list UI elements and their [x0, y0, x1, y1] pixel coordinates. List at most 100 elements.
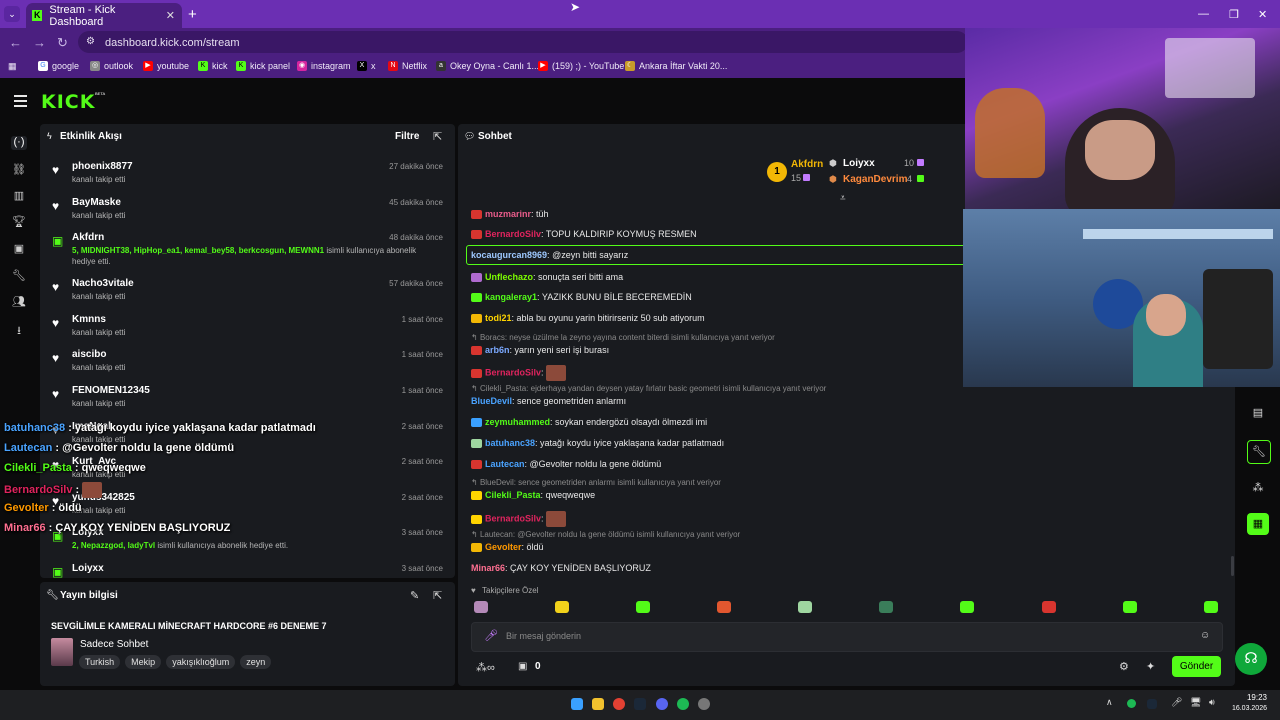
- emote-icon[interactable]: [879, 601, 893, 613]
- filter-button[interactable]: Filtre: [395, 131, 419, 142]
- support-button[interactable]: ☊: [1235, 643, 1267, 675]
- chat-username[interactable]: BernardoSilv: [485, 513, 541, 523]
- activity-username[interactable]: Akfdrn: [72, 232, 104, 243]
- bookmark-x[interactable]: Xx: [357, 61, 376, 71]
- chat-username[interactable]: BlueDevil: [471, 396, 512, 406]
- steam-icon[interactable]: [634, 698, 646, 710]
- chat-message[interactable]: Lautecan: @Gevolter noldu la gene öldümü: [471, 459, 661, 470]
- wrench-icon[interactable]: 🔧︎: [11, 269, 27, 283]
- chat-message[interactable]: kangaleray1: YAZIKK BUNU BİLE BECEREMEDİ…: [471, 292, 692, 303]
- chrome-icon[interactable]: [613, 698, 625, 710]
- reload-icon[interactable]: ↻: [57, 35, 68, 51]
- upload-icon[interactable]: ⭳: [11, 322, 27, 337]
- emote-icon[interactable]: [555, 601, 569, 613]
- emote-icon[interactable]: [1204, 601, 1218, 613]
- activity-username[interactable]: aiscibo: [72, 349, 106, 360]
- tray-network-icon[interactable]: 🖥︎: [1190, 697, 1201, 708]
- close-window-icon[interactable]: ✕: [1258, 8, 1267, 21]
- chat-username[interactable]: Cilekli_Pasta: [485, 490, 541, 500]
- emote-icon[interactable]: [474, 601, 488, 613]
- expand-leaderboard-icon[interactable]: ⩡: [840, 193, 846, 204]
- emote-icon[interactable]: [636, 601, 650, 613]
- clock-time[interactable]: 19:23: [1231, 693, 1267, 702]
- chat-username[interactable]: Gevolter: [485, 542, 522, 552]
- microphone-icon[interactable]: 🎤︎: [484, 629, 498, 642]
- activity-item[interactable]: ♥ Kmnns 1 saat önce kanalı takip etti: [50, 314, 448, 342]
- chat-username[interactable]: zeymuhammed: [485, 417, 550, 427]
- reply-context[interactable]: ↰ Lautecan: @Gevolter noldu la gene öldü…: [471, 530, 740, 539]
- leaderboard-name[interactable]: KaganDevrim: [843, 174, 907, 185]
- clock-date[interactable]: 16.03.2026: [1222, 705, 1267, 712]
- chat-username[interactable]: BernardoSilv: [485, 367, 541, 377]
- send-button[interactable]: Gönder: [1172, 656, 1221, 677]
- dashboard-widget-icon[interactable]: ▤: [1247, 402, 1269, 424]
- chat-username[interactable]: Minar66: [471, 563, 505, 573]
- emote-icon[interactable]: [717, 601, 731, 613]
- settings-icon[interactable]: ⚙: [1119, 660, 1129, 673]
- link-icon[interactable]: ⛓: [11, 163, 27, 177]
- site-info-icon[interactable]: ⚙: [86, 36, 95, 47]
- chat-input[interactable]: [471, 622, 1223, 652]
- popout-icon[interactable]: ⇱: [433, 130, 442, 143]
- browser-tab[interactable]: K Stream - Kick Dashboard ✕: [26, 3, 182, 28]
- chat-scrollbar[interactable]: [1231, 556, 1234, 576]
- bookmark-kick[interactable]: Kkick: [198, 61, 228, 71]
- tray-steam-icon[interactable]: [1147, 699, 1157, 709]
- activity-item[interactable]: ♥ yunus342825 2 saat önce kanalı takip etti: [50, 492, 448, 520]
- chat-username[interactable]: kangaleray1: [485, 292, 537, 302]
- chat-message[interactable]: BernardoSilv:: [471, 365, 567, 381]
- file-explorer-icon[interactable]: [592, 698, 604, 710]
- tab-list-button[interactable]: ⌄: [4, 6, 20, 22]
- activity-username[interactable]: BayMaske: [72, 197, 121, 208]
- windows-start-icon[interactable]: [571, 698, 583, 710]
- chat-message[interactable]: zeymuhammed: soykan endergözü olsaydı öl…: [471, 417, 707, 428]
- close-tab-icon[interactable]: ✕: [166, 9, 175, 22]
- chat-message[interactable]: kocaugurcan8969: @zeyn bitti sayarız: [471, 250, 628, 260]
- popout-icon[interactable]: ⇱: [433, 589, 442, 602]
- activity-username[interactable]: Loiyxx: [72, 563, 104, 574]
- emote-icon[interactable]: [1042, 601, 1056, 613]
- analytics-icon[interactable]: ▥: [11, 189, 27, 203]
- tray-mic-icon[interactable]: 🎤︎: [1171, 697, 1182, 708]
- activity-item[interactable]: ♥ Nacho3vitale 57 dakika önce kanalı takip …: [50, 278, 448, 306]
- chat-username[interactable]: BernardoSilv: [485, 229, 541, 239]
- chat-username[interactable]: todi21: [485, 313, 512, 323]
- tray-app-icon[interactable]: [1127, 699, 1136, 708]
- leaderboard-name[interactable]: Akfdrn: [791, 159, 823, 170]
- menu-icon[interactable]: [14, 95, 27, 110]
- reply-context[interactable]: ↰ Boracs: neyse üzülme la zeyno yayına c…: [471, 333, 775, 342]
- bookmark-google[interactable]: Ggoogle: [38, 61, 79, 71]
- tray-volume-icon[interactable]: 🔊︎: [1209, 697, 1215, 708]
- trophy-icon[interactable]: 🏆︎: [11, 215, 27, 229]
- emote-icon[interactable]: [1123, 601, 1137, 613]
- chat-message[interactable]: muzmarinr: tüh: [471, 209, 549, 220]
- forward-icon[interactable]: →: [33, 35, 46, 50]
- activity-item[interactable]: ♥ BayMaske 45 dakika önce kanalı takip etti: [50, 197, 448, 225]
- restore-icon[interactable]: ❐: [1229, 8, 1239, 21]
- minimize-icon[interactable]: —: [1198, 8, 1209, 20]
- video-icon[interactable]: ▣: [11, 242, 27, 256]
- kick-logo[interactable]: KICK: [41, 91, 95, 113]
- emote-icon[interactable]: [960, 601, 974, 613]
- chat-message[interactable]: BernardoSilv:: [471, 511, 567, 527]
- emote-icon[interactable]: [546, 511, 567, 527]
- app-icon[interactable]: [698, 698, 710, 710]
- chat-message[interactable]: arb6n: yarın yeni seri işi burası: [471, 345, 609, 356]
- chat-username[interactable]: Lautecan: [485, 459, 525, 469]
- activity-item[interactable]: ▣ Akfdrn 48 dakika önce 5, MIDNIGHT38, HipH…: [50, 232, 448, 272]
- new-tab-button[interactable]: +: [188, 6, 197, 23]
- activity-item[interactable]: ♥ phoenix8877 27 dakika önce kanalı takip e…: [50, 161, 448, 189]
- emote-icon[interactable]: [798, 601, 812, 613]
- activity-username[interactable]: Nacho3vitale: [72, 278, 134, 289]
- bookmark-kick-panel[interactable]: Kkick panel: [236, 61, 290, 71]
- apps-icon[interactable]: ▦: [8, 61, 17, 72]
- reply-context[interactable]: ↰ Cilekli_Pasta: ejderhaya yandan deysen…: [471, 384, 826, 393]
- chat-message[interactable]: Minar66: ÇAY KOY YENİDEN BAŞLIYORUZ: [471, 563, 651, 573]
- activity-username[interactable]: Kmnns: [72, 314, 106, 325]
- chat-message[interactable]: Unflechazo: sonuçta seri bitti ama: [471, 272, 623, 283]
- chat-username[interactable]: Unflechazo: [485, 272, 533, 282]
- activity-item[interactable]: ♥ aiscibo 1 saat önce kanalı takip etti: [50, 349, 448, 377]
- community-icon[interactable]: 👥︎: [11, 295, 27, 309]
- chat-message[interactable]: todi21: abla bu oyunu yarin bitirirseniz…: [471, 313, 705, 324]
- stream-live-icon[interactable]: (·): [11, 136, 27, 150]
